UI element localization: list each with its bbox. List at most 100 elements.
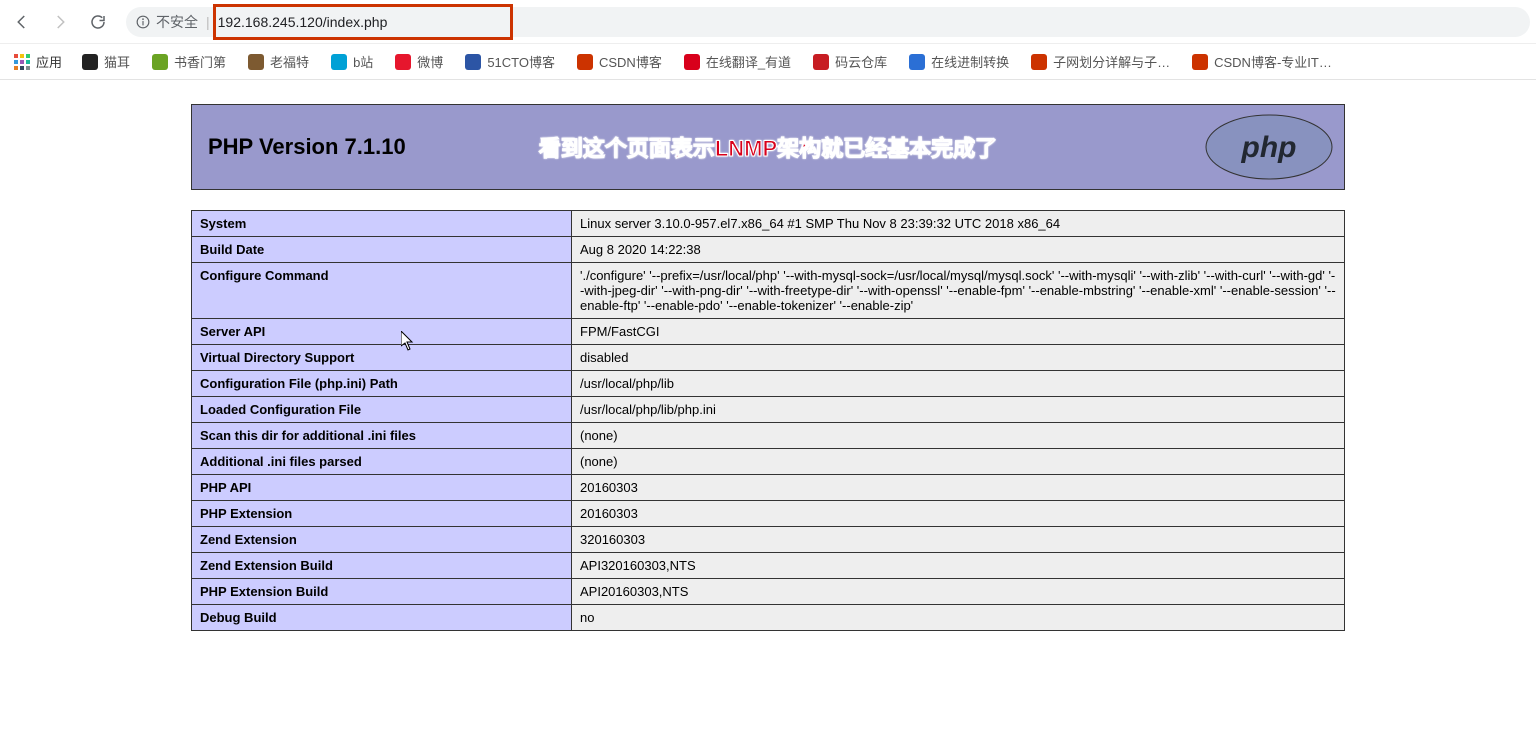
table-row: Configure Command'./configure' '--prefix…	[192, 263, 1345, 319]
arrow-left-icon	[13, 13, 31, 31]
bookmark-label: 在线进制转换	[931, 52, 1009, 71]
bookmark-item[interactable]: b站	[323, 52, 381, 71]
table-row: Virtual Directory Supportdisabled	[192, 345, 1345, 371]
row-value: Aug 8 2020 14:22:38	[572, 237, 1345, 263]
address-separator: |	[206, 14, 210, 30]
bookmark-favicon	[1192, 54, 1208, 70]
bookmark-favicon	[152, 54, 168, 70]
php-logo-icon: php	[1204, 113, 1334, 181]
table-row: Loaded Configuration File/usr/local/php/…	[192, 397, 1345, 423]
bookmark-favicon	[909, 54, 925, 70]
row-value: 20160303	[572, 501, 1345, 527]
row-value: (none)	[572, 423, 1345, 449]
table-row: Zend Extension320160303	[192, 527, 1345, 553]
row-value: disabled	[572, 345, 1345, 371]
row-key: Configure Command	[192, 263, 572, 319]
apps-label: 应用	[36, 52, 62, 71]
bookmark-favicon	[395, 54, 411, 70]
row-key: Zend Extension	[192, 527, 572, 553]
bookmark-label: CSDN博客	[599, 52, 662, 71]
row-key: Scan this dir for additional .ini files	[192, 423, 572, 449]
back-button[interactable]	[6, 6, 38, 38]
bookmark-item[interactable]: 在线翻译_有道	[676, 52, 799, 71]
row-key: Loaded Configuration File	[192, 397, 572, 423]
row-value: 320160303	[572, 527, 1345, 553]
bookmark-favicon	[82, 54, 98, 70]
row-value: (none)	[572, 449, 1345, 475]
apps-grid-icon	[14, 54, 30, 70]
bookmark-favicon	[813, 54, 829, 70]
table-row: Server APIFPM/FastCGI	[192, 319, 1345, 345]
row-key: PHP API	[192, 475, 572, 501]
bookmark-label: CSDN博客-专业IT…	[1214, 52, 1332, 71]
bookmark-label: b站	[353, 52, 373, 71]
table-row: Zend Extension BuildAPI320160303,NTS	[192, 553, 1345, 579]
bookmark-favicon	[465, 54, 481, 70]
forward-button[interactable]	[44, 6, 76, 38]
row-value: API20160303,NTS	[572, 579, 1345, 605]
row-key: PHP Extension Build	[192, 579, 572, 605]
row-value: /usr/local/php/lib/php.ini	[572, 397, 1345, 423]
bookmark-label: 码云仓库	[835, 52, 887, 71]
row-value: FPM/FastCGI	[572, 319, 1345, 345]
reload-icon	[89, 13, 107, 31]
table-row: PHP Extension20160303	[192, 501, 1345, 527]
bookmark-label: 微博	[417, 52, 443, 71]
row-key: PHP Extension	[192, 501, 572, 527]
row-key: Server API	[192, 319, 572, 345]
bookmark-label: 子网划分详解与子…	[1053, 52, 1170, 71]
bookmark-favicon	[577, 54, 593, 70]
bookmark-item[interactable]: 老福特	[240, 52, 317, 71]
row-value: './configure' '--prefix=/usr/local/php' …	[572, 263, 1345, 319]
bookmark-item[interactable]: CSDN博客-专业IT…	[1184, 52, 1340, 71]
annotation-banner: 看到这个页面表示LNMP架构就已经基本完成了	[539, 131, 997, 163]
bookmark-label: 在线翻译_有道	[706, 52, 791, 71]
phpinfo-table: SystemLinux server 3.10.0-957.el7.x86_64…	[191, 210, 1345, 631]
bookmark-favicon	[684, 54, 700, 70]
row-key: Virtual Directory Support	[192, 345, 572, 371]
address-bar[interactable]: 不安全 | 192.168.245.120/index.php	[126, 7, 1530, 37]
row-value: API320160303,NTS	[572, 553, 1345, 579]
bookmark-label: 老福特	[270, 52, 309, 71]
url-text: 192.168.245.120/index.php	[218, 14, 388, 30]
bookmark-label: 51CTO博客	[487, 52, 555, 71]
row-value: /usr/local/php/lib	[572, 371, 1345, 397]
phpinfo-header: PHP Version 7.1.10 看到这个页面表示LNMP架构就已经基本完成…	[191, 104, 1345, 190]
table-row: PHP Extension BuildAPI20160303,NTS	[192, 579, 1345, 605]
table-row: Debug Buildno	[192, 605, 1345, 631]
apps-button[interactable]: 应用	[8, 52, 68, 71]
bookmark-item[interactable]: 微博	[387, 52, 451, 71]
bookmark-item[interactable]: 在线进制转换	[901, 52, 1017, 71]
bookmark-item[interactable]: 51CTO博客	[457, 52, 563, 71]
bookmark-favicon	[1031, 54, 1047, 70]
bookmark-item[interactable]: 码云仓库	[805, 52, 895, 71]
bookmark-item[interactable]: 子网划分详解与子…	[1023, 52, 1178, 71]
page-title: PHP Version 7.1.10	[208, 134, 406, 160]
table-row: SystemLinux server 3.10.0-957.el7.x86_64…	[192, 211, 1345, 237]
browser-toolbar: 不安全 | 192.168.245.120/index.php	[0, 0, 1536, 44]
row-value: 20160303	[572, 475, 1345, 501]
bookmark-item[interactable]: CSDN博客	[569, 52, 670, 71]
table-row: PHP API20160303	[192, 475, 1345, 501]
security-status: 不安全	[136, 12, 198, 32]
bookmark-favicon	[331, 54, 347, 70]
bookmark-label: 猫耳	[104, 52, 130, 71]
bookmark-favicon	[248, 54, 264, 70]
reload-button[interactable]	[82, 6, 114, 38]
row-key: System	[192, 211, 572, 237]
bookmarks-bar: 应用 猫耳 书香门第 老福特 b站 微博 51CTO博客 CSDN博客 在线翻译_有道 码云仓库…	[0, 44, 1536, 80]
table-row: Additional .ini files parsed(none)	[192, 449, 1345, 475]
bookmark-label: 书香门第	[174, 52, 226, 71]
table-row: Scan this dir for additional .ini files(…	[192, 423, 1345, 449]
info-icon	[136, 15, 150, 29]
row-value: no	[572, 605, 1345, 631]
row-key: Configuration File (php.ini) Path	[192, 371, 572, 397]
row-key: Additional .ini files parsed	[192, 449, 572, 475]
phpinfo-page: PHP Version 7.1.10 看到这个页面表示LNMP架构就已经基本完成…	[191, 104, 1345, 631]
table-row: Configuration File (php.ini) Path/usr/lo…	[192, 371, 1345, 397]
php-logo: php	[1204, 113, 1334, 181]
bookmark-item[interactable]: 猫耳	[74, 52, 138, 71]
bookmark-item[interactable]: 书香门第	[144, 52, 234, 71]
row-key: Zend Extension Build	[192, 553, 572, 579]
row-value: Linux server 3.10.0-957.el7.x86_64 #1 SM…	[572, 211, 1345, 237]
